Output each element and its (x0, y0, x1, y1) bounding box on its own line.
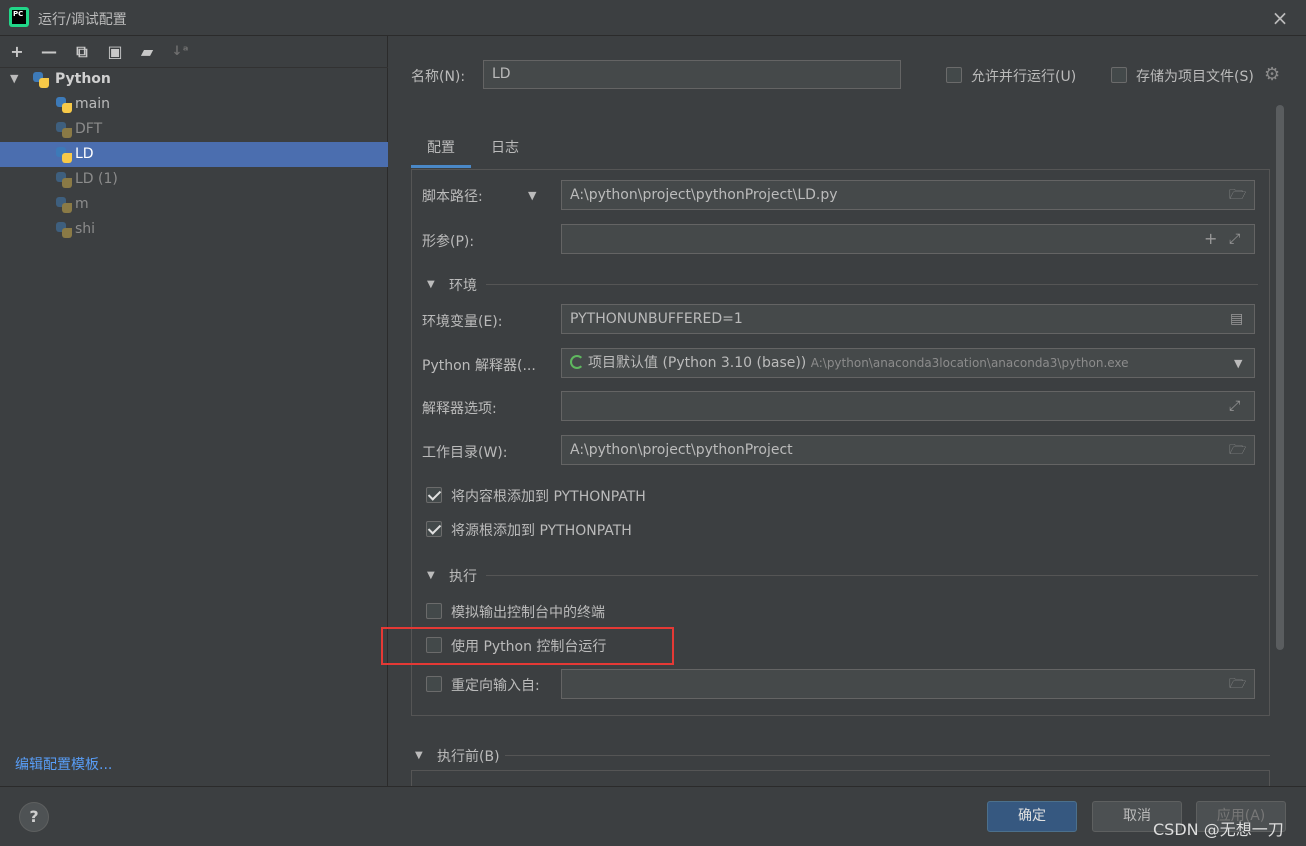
script-path-label: 脚本路径: (422, 189, 483, 205)
env-section-label: 环境 (449, 278, 477, 294)
env-vars-label: 环境变量(E): (422, 314, 503, 330)
scrollbar[interactable] (1276, 105, 1284, 650)
tree-item-label: LD (1) (75, 171, 118, 187)
source-roots-checkbox[interactable] (426, 521, 442, 537)
redirect-input-label: 重定向输入自: (451, 678, 540, 694)
ok-button[interactable]: 确定 (987, 801, 1077, 832)
interpreter-path: A:\python\anaconda3location\anaconda3\py… (810, 356, 1129, 370)
gear-icon[interactable]: ⚙ (1264, 66, 1282, 84)
python-icon (56, 97, 72, 113)
pycharm-logo-icon: PC (9, 7, 29, 27)
tree-item[interactable]: main (0, 92, 388, 117)
store-project-label: 存储为项目文件(S) (1136, 69, 1254, 85)
tree-item-label: LD (75, 146, 94, 162)
tree-root-label: Python (55, 71, 111, 87)
tree-item-label: shi (75, 221, 96, 237)
python-icon (56, 197, 72, 213)
tree-item-label: main (75, 96, 110, 112)
tree-item[interactable]: m (0, 192, 388, 217)
tree-item[interactable]: shi (0, 217, 388, 242)
params-input[interactable] (561, 224, 1255, 254)
interpreter-status-icon (570, 355, 584, 369)
chevron-down-icon[interactable]: ▼ (1234, 356, 1242, 372)
tree-item[interactable]: LD (1) (0, 167, 388, 192)
divider (486, 284, 1258, 285)
window-title: 运行/调试配置 (38, 12, 127, 28)
tree-toolbar: + — ⧉ ▣ ▰ ↓ᵃ (0, 36, 388, 68)
copy-icon[interactable]: ⧉ (72, 42, 92, 62)
tab-log[interactable]: 日志 (480, 128, 530, 168)
interp-options-label: 解释器选项: (422, 401, 497, 417)
emulate-terminal-label: 模拟输出控制台中的终端 (451, 605, 605, 621)
script-path-input[interactable]: A:\python\project\pythonProject\LD.py (561, 180, 1255, 210)
store-project-checkbox[interactable] (1111, 67, 1127, 83)
save-icon[interactable]: ▣ (105, 42, 125, 62)
tab-config[interactable]: 配置 (411, 128, 471, 168)
redirect-input-field[interactable] (561, 669, 1255, 699)
add-icon[interactable]: + (1204, 231, 1217, 247)
chevron-down-icon[interactable]: ▼ (415, 750, 423, 761)
help-button[interactable]: ? (19, 802, 49, 832)
expand-icon[interactable]: ⤢ (1229, 398, 1240, 414)
tree-item-label: DFT (75, 121, 103, 137)
name-input[interactable]: LD (483, 60, 901, 89)
list-icon[interactable]: ▤ (1230, 311, 1243, 327)
close-icon[interactable]: × (1268, 6, 1292, 30)
edit-templates-link[interactable]: 编辑配置模板... (15, 754, 112, 774)
content-roots-checkbox[interactable] (426, 487, 442, 503)
title-bar (0, 0, 1306, 36)
watermark: CSDN @无想一刀 (1153, 820, 1284, 839)
working-dir-label: 工作目录(W): (422, 445, 508, 461)
tree-item-label: m (75, 196, 89, 212)
sort-icon[interactable]: ↓ᵃ (170, 42, 190, 62)
python-icon (56, 122, 72, 138)
before-launch-list (411, 770, 1270, 786)
divider (505, 755, 1270, 756)
python-icon (56, 222, 72, 238)
tree-item[interactable]: DFT (0, 117, 388, 142)
allow-parallel-checkbox[interactable] (946, 67, 962, 83)
highlight-annotation (381, 627, 674, 665)
folder-icon[interactable]: 🗁 (1229, 187, 1246, 203)
add-icon[interactable]: + (7, 42, 27, 62)
folder-icon[interactable]: 🗁 (1229, 442, 1246, 458)
working-dir-input[interactable]: A:\python\project\pythonProject (561, 435, 1255, 465)
python-icon (56, 172, 72, 188)
name-label: 名称(N): (411, 69, 466, 85)
caret-down-icon[interactable]: ▼ (528, 188, 536, 204)
allow-parallel-label: 允许并行运行(U) (971, 69, 1077, 85)
remove-icon[interactable]: — (39, 42, 59, 62)
env-vars-input[interactable]: PYTHONUNBUFFERED=1 (561, 304, 1255, 334)
redirect-input-checkbox[interactable] (426, 676, 442, 692)
exec-section-label: 执行 (449, 569, 477, 585)
interpreter-select[interactable]: 项目默认值 (Python 3.10 (base)) A:\python\ana… (561, 348, 1255, 378)
divider (486, 575, 1258, 576)
tree-root-python[interactable]: Python (0, 67, 388, 92)
before-launch-label: 执行前(B) (437, 749, 500, 765)
source-roots-label: 将源根添加到 PYTHONPATH (451, 523, 632, 539)
interp-options-input[interactable] (561, 391, 1255, 421)
expand-icon[interactable]: ⤢ (1229, 231, 1240, 247)
new-folder-icon[interactable]: ▰ (137, 42, 157, 62)
params-label: 形参(P): (422, 234, 475, 250)
tree-item-selected[interactable]: LD (0, 142, 388, 167)
python-icon (33, 72, 49, 88)
chevron-down-icon[interactable]: ▼ (427, 279, 435, 290)
folder-icon[interactable]: 🗁 (1229, 676, 1246, 692)
interpreter-label: Python 解释器(... (422, 358, 536, 374)
emulate-terminal-checkbox[interactable] (426, 603, 442, 619)
python-icon (56, 147, 72, 163)
chevron-down-icon[interactable]: ▼ (427, 570, 435, 581)
content-roots-label: 将内容根添加到 PYTHONPATH (451, 489, 646, 505)
interpreter-value: 项目默认值 (Python 3.10 (base)) (588, 355, 807, 371)
